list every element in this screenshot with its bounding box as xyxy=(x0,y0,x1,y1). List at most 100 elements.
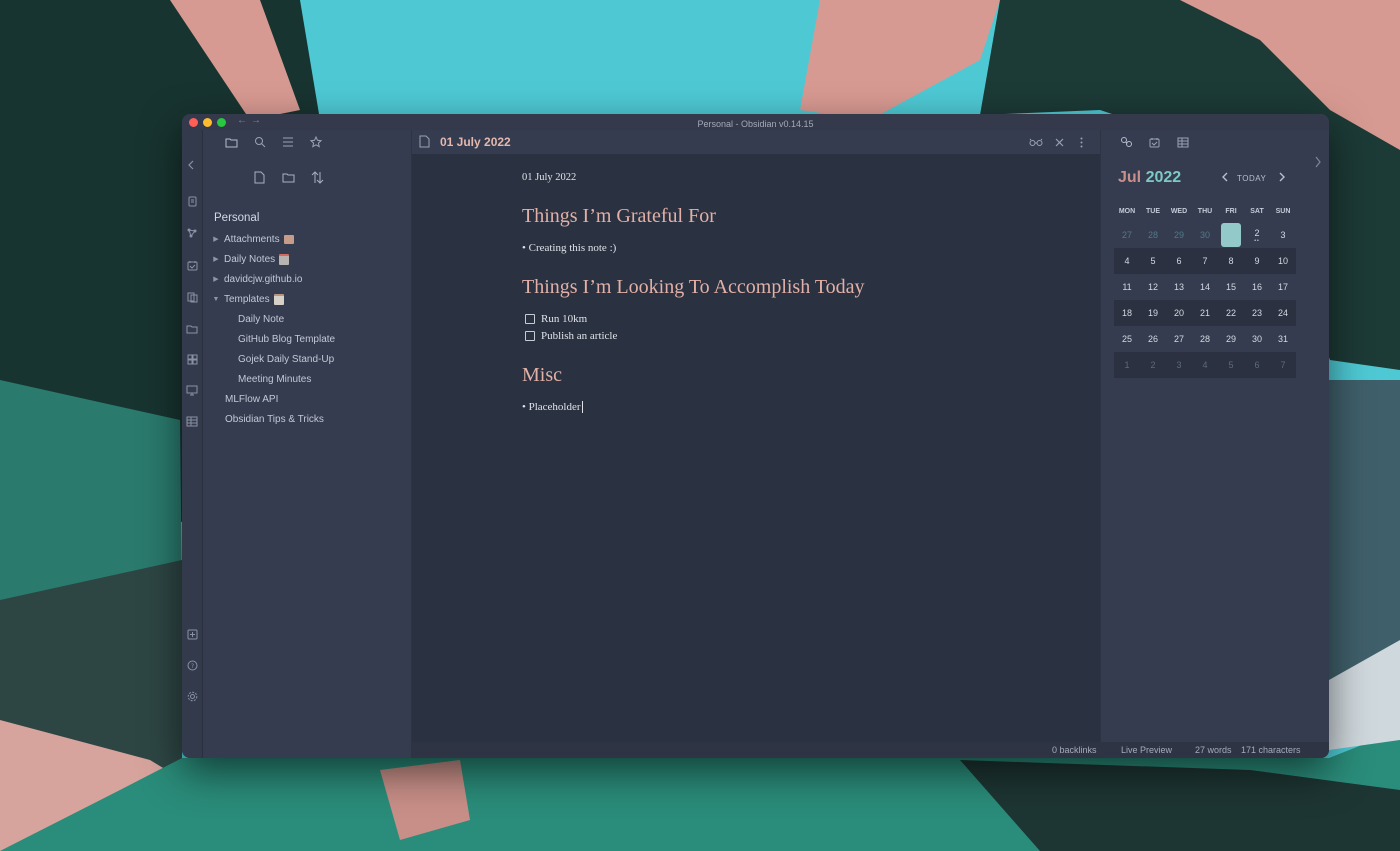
slides-presentation-icon[interactable] xyxy=(185,383,199,397)
calendar-week-row: 4 5 6 7 8 9 10 xyxy=(1114,248,1296,274)
calendar-day[interactable]: 26 xyxy=(1140,326,1166,352)
tree-item-label: MLFlow API xyxy=(225,393,279,405)
weekday-header: SAT xyxy=(1250,208,1264,215)
reading-view-icon[interactable] xyxy=(1028,135,1044,149)
calendar-day[interactable]: 30 xyxy=(1244,326,1270,352)
search-tab-icon[interactable] xyxy=(251,134,269,150)
calendar-day[interactable]: 13 xyxy=(1166,274,1192,300)
calendar-day[interactable]: 2 •• xyxy=(1244,220,1270,246)
calendar-day[interactable]: 29 xyxy=(1218,326,1244,352)
calendar-day[interactable]: 18 xyxy=(1114,300,1140,326)
calendar-day[interactable]: 11 xyxy=(1114,274,1140,300)
calendar-day[interactable]: 5 xyxy=(1218,352,1244,378)
calendar-day[interactable]: 17 xyxy=(1270,274,1296,300)
calendar-day[interactable]: 5 xyxy=(1140,248,1166,274)
tree-file-github-blog-template[interactable]: GitHub Blog Template xyxy=(238,330,335,348)
backlinks-tab-icon[interactable] xyxy=(1117,134,1135,150)
minimize-window-button[interactable] xyxy=(203,118,212,127)
calendar-day[interactable]: 3 xyxy=(1270,222,1296,248)
file-explorer-tab-icon[interactable] xyxy=(222,134,240,150)
collapse-right-sidebar-icon[interactable] xyxy=(1314,156,1322,171)
outline-tab-icon[interactable] xyxy=(279,134,297,150)
table-tab-icon[interactable] xyxy=(1174,134,1192,150)
collapsed-arrow-icon: ▶ xyxy=(213,256,219,263)
calendar-day[interactable]: 9 xyxy=(1244,248,1270,274)
calendar-day[interactable]: 1 xyxy=(1114,352,1140,378)
history-nav-arrows[interactable]: ←→ xyxy=(237,115,265,126)
calendar-day[interactable]: 15 xyxy=(1218,274,1244,300)
task-checkbox[interactable] xyxy=(525,331,535,341)
calendar-day[interactable]: 27 xyxy=(1114,222,1140,248)
calendar-day[interactable]: 16 xyxy=(1244,274,1270,300)
open-folder-icon[interactable] xyxy=(185,321,199,335)
calendar-day[interactable]: 8 xyxy=(1218,248,1244,274)
backlinks-count[interactable]: 0 backlinks xyxy=(1052,745,1097,755)
tree-folder-attachments[interactable]: ▶ Attachments xyxy=(211,230,294,248)
starred-tab-icon[interactable] xyxy=(307,134,325,150)
calendar-today-button[interactable]: TODAY xyxy=(1237,174,1266,183)
table-icon[interactable] xyxy=(185,414,199,428)
calendar-day[interactable]: 4 xyxy=(1114,248,1140,274)
calendar-day[interactable]: 6 xyxy=(1166,248,1192,274)
close-window-button[interactable] xyxy=(189,118,198,127)
previous-month-icon[interactable] xyxy=(1221,172,1229,185)
tree-file-mlflow-api[interactable]: MLFlow API xyxy=(225,390,278,408)
templates-icon[interactable] xyxy=(185,290,199,304)
open-another-vault-icon[interactable] xyxy=(185,627,199,641)
calendar-day[interactable]: 4 xyxy=(1192,352,1218,378)
kanban-icon[interactable] xyxy=(185,352,199,366)
calendar-day[interactable]: 12 xyxy=(1140,274,1166,300)
calendar-day[interactable]: 21 xyxy=(1192,300,1218,326)
calendar-day[interactable]: 28 xyxy=(1140,222,1166,248)
bullet-text: Creating this note :) xyxy=(528,242,617,254)
note-tab-title[interactable]: 01 July 2022 xyxy=(440,135,511,149)
open-quick-switcher-icon[interactable] xyxy=(185,194,199,208)
vault-name[interactable]: Personal xyxy=(214,212,259,224)
calendar-day[interactable]: 30 xyxy=(1192,222,1218,248)
new-folder-icon[interactable] xyxy=(279,168,297,186)
calendar-day[interactable]: 31 xyxy=(1270,326,1296,352)
settings-gear-icon[interactable] xyxy=(185,689,199,703)
calendar-day[interactable]: 28 xyxy=(1192,326,1218,352)
more-options-icon[interactable] xyxy=(1076,135,1086,149)
tree-file-gojek-daily-standup[interactable]: Gojek Daily Stand-Up xyxy=(238,350,334,368)
next-month-icon[interactable] xyxy=(1278,172,1286,185)
tree-folder-davidcjw[interactable]: ▶ davidcjw.github.io xyxy=(211,270,302,288)
calendar-day[interactable]: 19 xyxy=(1140,300,1166,326)
tree-folder-daily-notes[interactable]: ▶ Daily Notes xyxy=(211,250,290,268)
close-tab-icon[interactable] xyxy=(1052,135,1066,149)
graph-view-icon[interactable] xyxy=(185,226,199,240)
calendar-day[interactable]: 22 xyxy=(1218,300,1244,326)
calendar-day[interactable]: 25 xyxy=(1114,326,1140,352)
calendar-tab-icon[interactable] xyxy=(1145,134,1163,150)
calendar-day[interactable]: 7 xyxy=(1270,352,1296,378)
tree-file-daily-note[interactable]: Daily Note xyxy=(238,310,284,328)
tree-folder-templates[interactable]: ▼ Templates xyxy=(211,290,284,308)
calendar-day[interactable]: 24 xyxy=(1270,300,1296,326)
calendar-day[interactable]: 10 xyxy=(1270,248,1296,274)
editor-mode[interactable]: Live Preview xyxy=(1121,745,1172,755)
new-note-icon[interactable] xyxy=(250,168,268,186)
calendar-day[interactable]: 20 xyxy=(1166,300,1192,326)
calendar-day[interactable]: 7 xyxy=(1192,248,1218,274)
help-icon[interactable]: ? xyxy=(185,658,199,672)
zoom-window-button[interactable] xyxy=(217,118,226,127)
collapsed-arrow-icon: ▶ xyxy=(213,236,219,243)
sort-order-icon[interactable] xyxy=(308,168,326,186)
note-editor[interactable]: 01 July 2022 Things I’m Grateful For • C… xyxy=(412,154,1100,742)
collapse-left-sidebar-icon[interactable] xyxy=(185,158,199,172)
tree-file-obsidian-tips[interactable]: Obsidian Tips & Tricks xyxy=(225,410,324,428)
task-checkbox[interactable] xyxy=(525,314,535,324)
calendar-day[interactable]: 23 xyxy=(1244,300,1270,326)
calendar-day[interactable]: 14 xyxy=(1192,274,1218,300)
calendar-day-today[interactable]: 1 xyxy=(1221,223,1241,247)
tree-item-label: Meeting Minutes xyxy=(238,373,312,385)
calendar-day[interactable]: 2 xyxy=(1140,352,1166,378)
calendar-day[interactable]: 29 xyxy=(1166,222,1192,248)
weekday-header: WED xyxy=(1170,208,1188,215)
calendar-day[interactable]: 27 xyxy=(1166,326,1192,352)
daily-note-icon[interactable] xyxy=(185,258,199,272)
tree-file-meeting-minutes[interactable]: Meeting Minutes xyxy=(238,370,311,388)
calendar-day[interactable]: 3 xyxy=(1166,352,1192,378)
calendar-day[interactable]: 6 xyxy=(1244,352,1270,378)
